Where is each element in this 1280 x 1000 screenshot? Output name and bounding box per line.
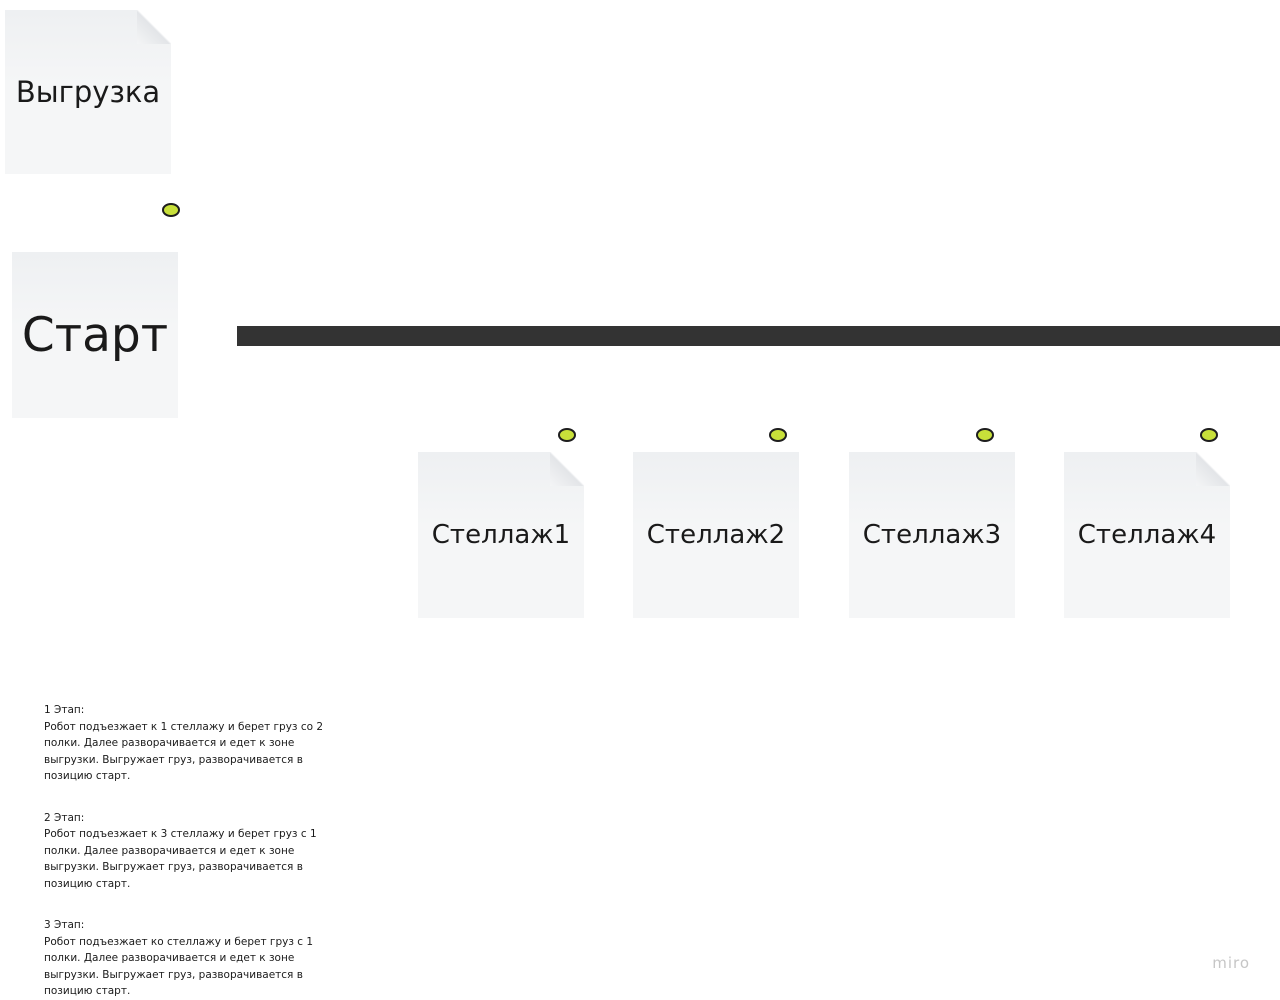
- sticky-note-label: Стеллаж4: [1077, 520, 1217, 550]
- stage-block: 2 Этап: Робот подъезжает к 3 стеллажу и …: [44, 810, 324, 893]
- connection-dot[interactable]: [769, 428, 787, 442]
- miro-watermark: miro: [1212, 954, 1250, 972]
- stage-text: Робот подъезжает к 1 стеллажу и берет гр…: [44, 720, 324, 783]
- sticky-note-rack-1[interactable]: Стеллаж1: [418, 452, 584, 618]
- sticky-note-start[interactable]: Старт: [12, 252, 178, 418]
- stage-block: 3 Этап: Робот подъезжает ко стеллажу и б…: [44, 917, 324, 1000]
- sticky-note-label: Стеллаж2: [646, 520, 786, 550]
- sticky-note-rack-2[interactable]: Стеллаж2: [633, 452, 799, 618]
- sticky-note-unload[interactable]: Выгрузка: [5, 10, 171, 174]
- connection-dot[interactable]: [976, 428, 994, 442]
- stage-block: 1 Этап: Робот подъезжает к 1 стеллажу и …: [44, 702, 324, 785]
- sticky-note-label: Выгрузка: [15, 75, 161, 109]
- sticky-note-label: Старт: [21, 307, 169, 363]
- sticky-fold: [137, 10, 171, 44]
- stage-title: 2 Этап:: [44, 811, 85, 824]
- stage-notes[interactable]: 1 Этап: Робот подъезжает к 1 стеллажу и …: [44, 702, 324, 1000]
- connection-dot[interactable]: [558, 428, 576, 442]
- sticky-note-label: Стеллаж3: [862, 520, 1002, 550]
- sticky-fold: [1196, 452, 1230, 486]
- sticky-note-label: Стеллаж1: [431, 520, 571, 550]
- connection-dot[interactable]: [162, 203, 180, 217]
- track-line[interactable]: [237, 326, 1280, 346]
- stage-title: 3 Этап:: [44, 919, 85, 931]
- sticky-fold: [550, 452, 584, 486]
- stage-text: Робот подъезжает ко стеллажу и берет гру…: [44, 935, 314, 998]
- stage-title: 1 Этап:: [44, 704, 85, 716]
- stage-text: Робот подъезжает к 3 стеллажу и берет гр…: [44, 828, 317, 890]
- sticky-note-rack-4[interactable]: Стеллаж4: [1064, 452, 1230, 618]
- connection-dot[interactable]: [1200, 428, 1218, 442]
- sticky-note-rack-3[interactable]: Стеллаж3: [849, 452, 1015, 618]
